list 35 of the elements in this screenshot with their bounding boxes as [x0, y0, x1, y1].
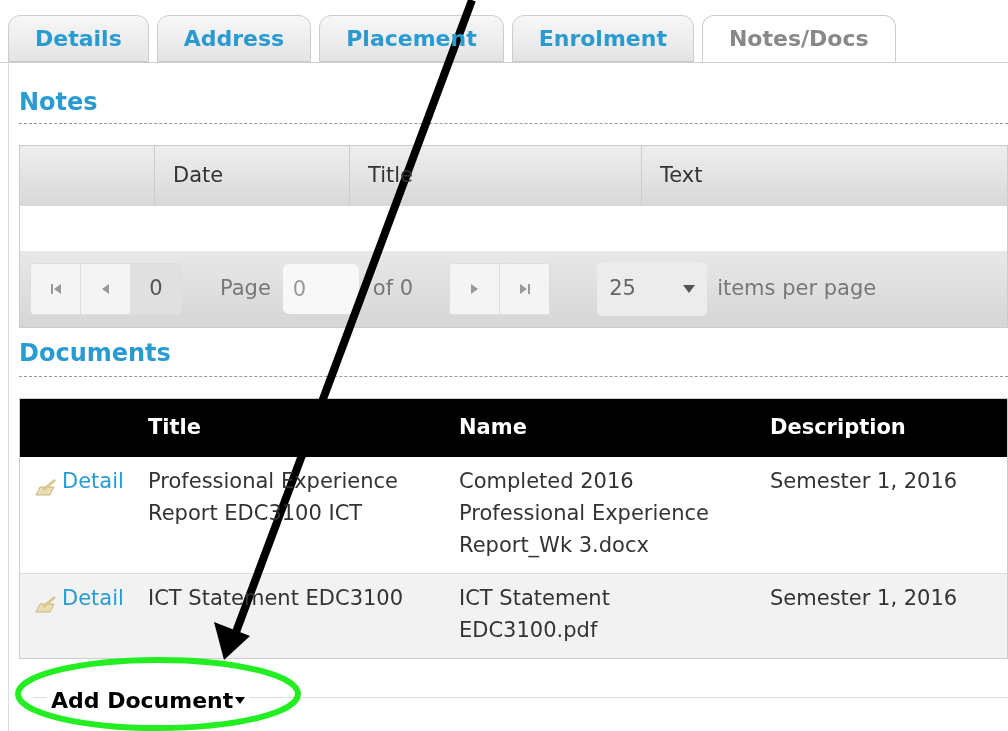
tab[interactable]: Address — [156, 15, 312, 62]
first-page-icon — [50, 284, 61, 294]
table-cell: ICT Statement EDC3100.pdf — [459, 586, 610, 642]
next-page-icon — [471, 284, 479, 294]
current-page: 0 — [131, 264, 181, 314]
last-page-button[interactable] — [500, 264, 551, 314]
page-label: Page — [220, 275, 271, 303]
column-header: Name — [459, 415, 527, 440]
last-page-icon — [519, 284, 530, 294]
next-page-button[interactable] — [450, 264, 501, 314]
table-cell: Semester 1, 2016 — [770, 469, 958, 493]
edit-note-icon — [34, 594, 58, 614]
column-header: Title — [148, 415, 201, 440]
detail-link[interactable]: Detail — [62, 582, 124, 614]
detail-link[interactable]: Detail — [62, 465, 124, 497]
tab[interactable]: Enrolment — [511, 15, 694, 62]
section-heading: Documents — [19, 338, 172, 368]
column-header[interactable]: Date — [173, 160, 224, 192]
caret-icon — [235, 697, 246, 704]
page-count: of 0 — [372, 275, 414, 303]
caret-icon — [683, 285, 696, 293]
previous-page-icon — [102, 284, 109, 294]
page-input[interactable]: 0 — [282, 264, 359, 314]
column-header[interactable]: Text — [660, 160, 703, 192]
tab[interactable]: Notes/Docs — [701, 15, 896, 62]
edit-note-icon — [34, 477, 58, 497]
section-heading: Notes — [19, 87, 99, 117]
table-cell: Semester 1, 2016 — [770, 586, 958, 610]
page-size-dropdown[interactable]: 25 — [597, 262, 708, 316]
previous-page-button[interactable] — [81, 264, 131, 314]
items-per-page-label: items per page — [717, 275, 877, 303]
column-header: Description — [770, 415, 906, 440]
tab[interactable]: Details — [8, 15, 149, 62]
first-page-button[interactable] — [31, 264, 81, 314]
table-cell: Completed 2016 Professional Experience Report_Wk 3.docx — [459, 469, 709, 557]
